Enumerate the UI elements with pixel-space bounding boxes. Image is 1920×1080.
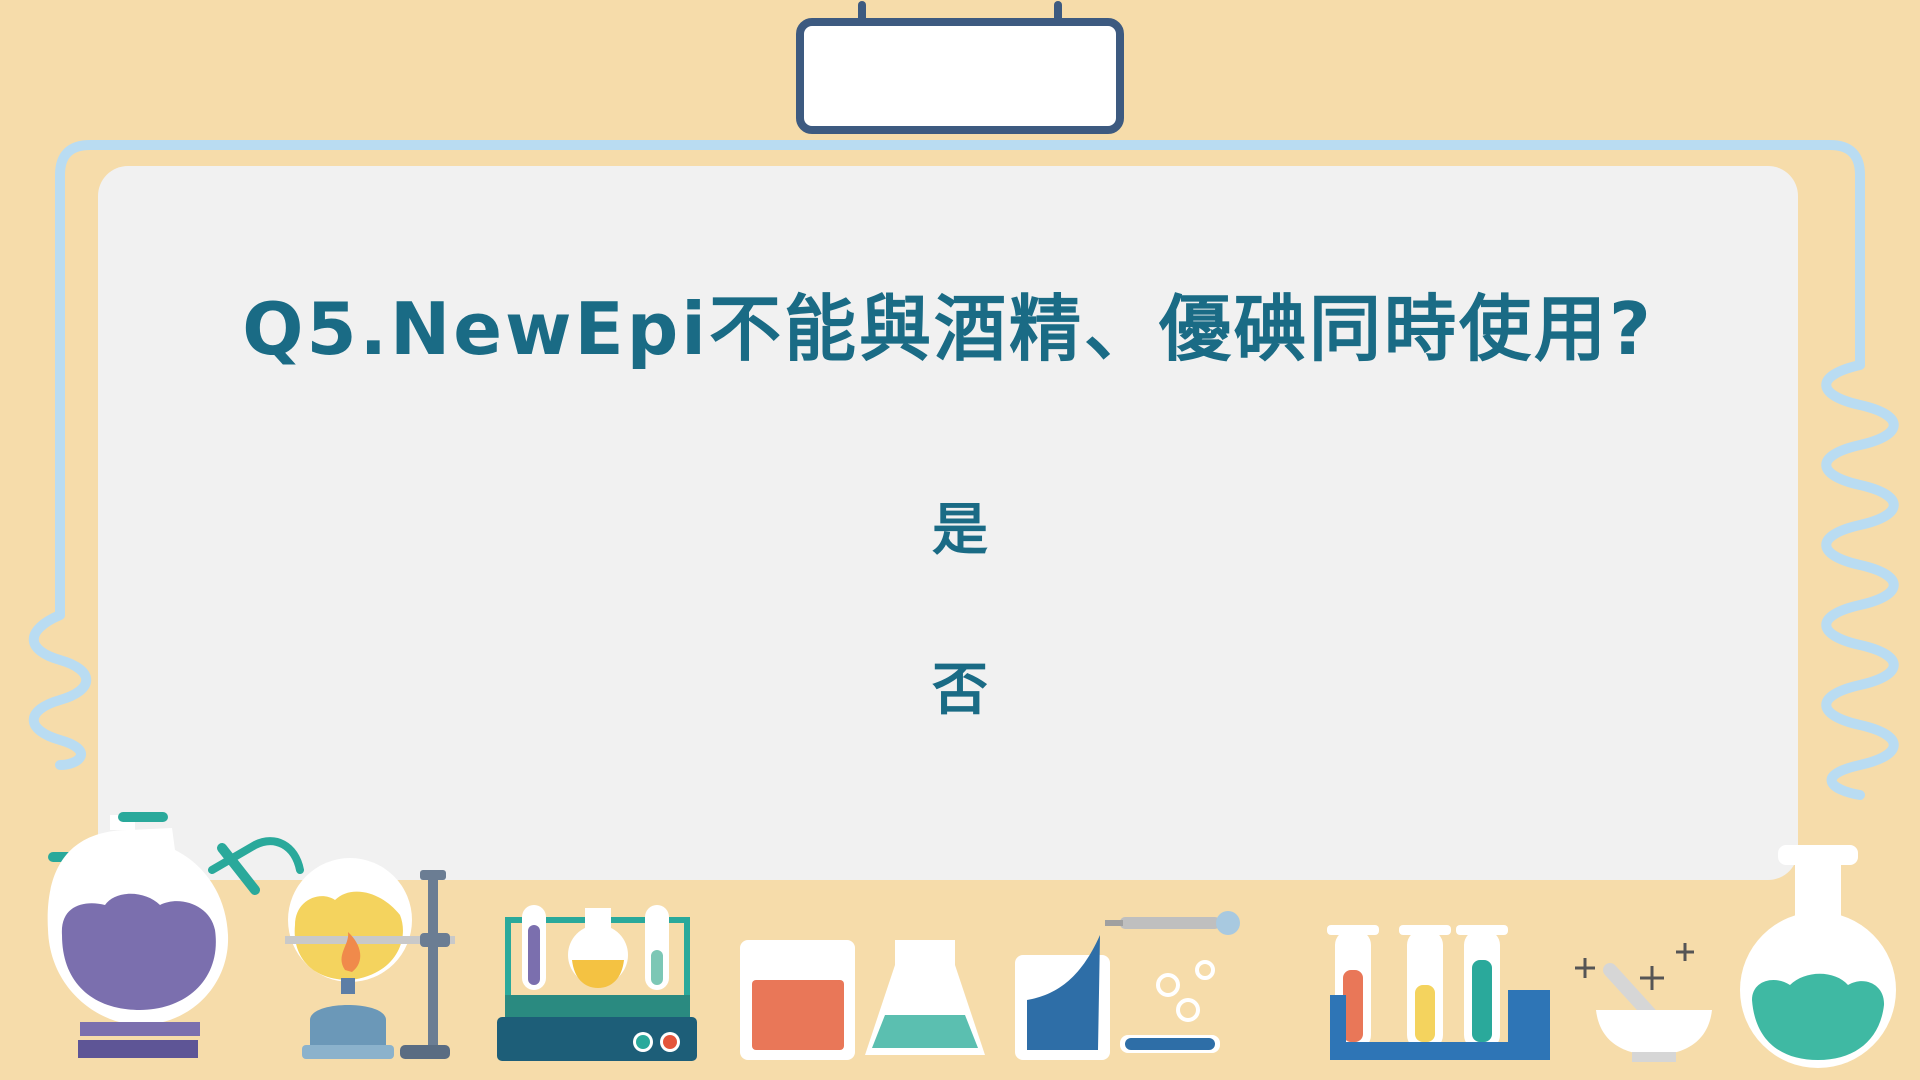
option-no[interactable]: 否 bbox=[860, 645, 1060, 726]
option-yes[interactable]: 是 bbox=[860, 485, 1060, 566]
right-coil bbox=[1821, 360, 1899, 800]
left-coil bbox=[28, 610, 92, 770]
hanging-sign bbox=[796, 1, 1124, 134]
question-title: Q5.NewEpi不能與酒精、優碘同時使用? bbox=[242, 287, 1654, 371]
